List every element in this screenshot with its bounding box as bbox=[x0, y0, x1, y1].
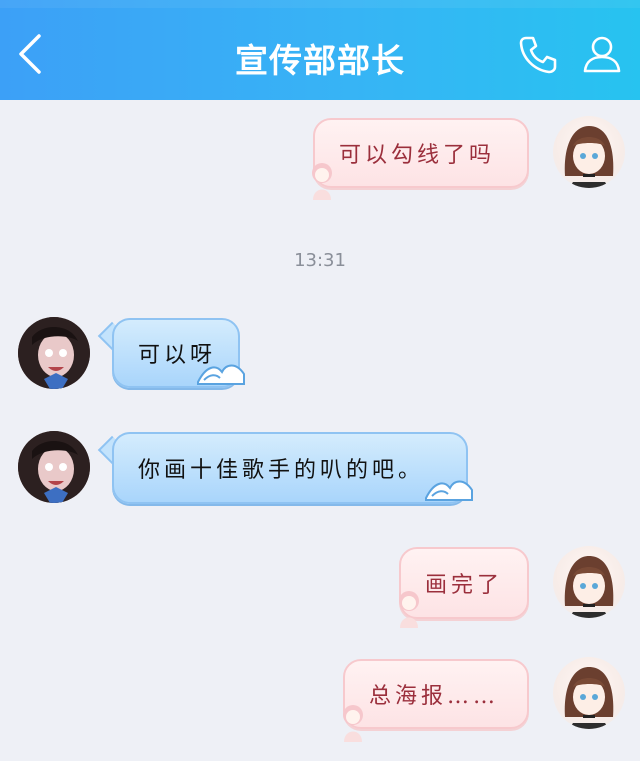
anime-girl-avatar-image bbox=[564, 126, 614, 188]
chat-header: 宣传部部长 bbox=[0, 0, 640, 100]
message-text: 总海报…… bbox=[369, 684, 500, 709]
chibi-girl-decoration-icon bbox=[312, 163, 332, 200]
my-avatar[interactable] bbox=[553, 546, 625, 618]
message-bubble-self[interactable]: 总海报…… bbox=[343, 659, 529, 729]
wave-decoration-icon bbox=[425, 480, 473, 501]
my-avatar[interactable] bbox=[553, 116, 625, 188]
chibi-girl-decoration-icon bbox=[399, 591, 419, 628]
message-timestamp: 13:31 bbox=[294, 250, 346, 271]
wave-decoration-icon bbox=[197, 364, 245, 385]
voice-call-button[interactable] bbox=[512, 30, 564, 78]
contact-avatar[interactable] bbox=[18, 431, 90, 503]
user-icon bbox=[583, 36, 621, 73]
chibi-girl-decoration-icon bbox=[343, 705, 363, 742]
anime-character-avatar-image bbox=[18, 431, 90, 503]
status-bar bbox=[0, 0, 640, 8]
my-avatar[interactable] bbox=[553, 657, 625, 729]
anime-girl-avatar-image bbox=[564, 556, 614, 618]
message-bubble-self[interactable]: 可以勾线了吗 bbox=[313, 118, 529, 188]
phone-icon bbox=[519, 36, 557, 74]
message-text: 你画十佳歌手的叭的吧。 bbox=[138, 458, 425, 483]
message-bubble-other[interactable]: 你画十佳歌手的叭的吧。 bbox=[112, 432, 468, 504]
message-text: 画完了 bbox=[425, 573, 504, 598]
anime-character-avatar-image bbox=[18, 317, 90, 389]
profile-button[interactable] bbox=[576, 30, 628, 78]
contact-avatar[interactable] bbox=[18, 317, 90, 389]
anime-girl-avatar-image bbox=[564, 667, 614, 729]
message-text: 可以勾线了吗 bbox=[339, 143, 496, 168]
